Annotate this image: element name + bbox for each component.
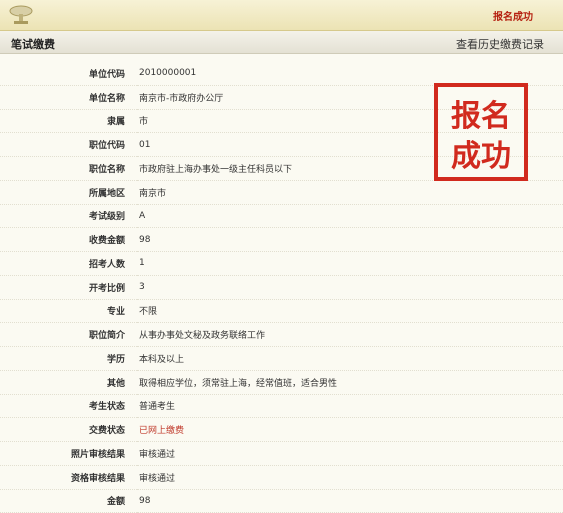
section-title: 笔试缴费: [11, 38, 55, 51]
field-value: A: [137, 204, 563, 229]
field-label: 交费状态: [0, 417, 137, 442]
field-value: 从事办事处文秘及政务联络工作: [137, 322, 563, 347]
form-row: 照片审核结果 审核通过: [0, 441, 563, 466]
field-label: 职位简介: [0, 322, 137, 347]
field-value: 审核通过: [137, 441, 563, 466]
stamp-text-top: 报名: [451, 99, 511, 134]
field-label: 照片审核结果: [0, 441, 137, 466]
field-label: 职位代码: [0, 132, 137, 157]
field-value: 审核通过: [137, 465, 563, 490]
field-label: 其他: [0, 370, 137, 395]
logo-icon: [9, 5, 33, 24]
field-label: 隶属: [0, 109, 137, 134]
form-row: 开考比例 3: [0, 275, 563, 300]
field-value: 不限: [137, 299, 563, 324]
section-header: 笔试缴费 查看历史缴费记录: [0, 31, 563, 54]
field-label: 职位名称: [0, 156, 137, 181]
field-label: 招考人数: [0, 251, 137, 276]
form-row: 所属地区 南京市: [0, 180, 563, 205]
form-row: 考试级别 A: [0, 204, 563, 229]
field-label: 考生状态: [0, 394, 137, 419]
field-label: 单位名称: [0, 85, 137, 110]
field-label: 资格审核结果: [0, 465, 137, 490]
form-row: 学历 本科及以上: [0, 346, 563, 371]
registration-success-stamp: 报名 成功: [434, 83, 528, 181]
field-value: 98: [137, 227, 563, 252]
form-row: 考生状态 普通考生: [0, 394, 563, 419]
field-value: 98: [137, 489, 563, 513]
field-value: 已网上缴费: [137, 417, 563, 442]
status-title: 报名成功: [493, 12, 533, 23]
field-value: 普通考生: [137, 394, 563, 419]
form-row: 招考人数 1: [0, 251, 563, 276]
history-payment-link[interactable]: 查看历史缴费记录: [456, 36, 544, 52]
field-value: 本科及以上: [137, 346, 563, 371]
field-label: 专业: [0, 299, 137, 324]
form-row: 其他 取得相应学位，须常驻上海，经常值班，适合男性: [0, 370, 563, 395]
field-label: 考试级别: [0, 204, 137, 229]
form-row: 收费金额 98: [0, 227, 563, 252]
field-label: 开考比例: [0, 275, 137, 300]
field-label: 学历: [0, 346, 137, 371]
field-label: 金额: [0, 489, 137, 513]
form-row: 资格审核结果 审核通过: [0, 465, 563, 490]
field-label: 收费金额: [0, 227, 137, 252]
form-row: 专业 不限: [0, 299, 563, 324]
form-row: 职位简介 从事办事处文秘及政务联络工作: [0, 322, 563, 347]
field-label: 单位代码: [0, 62, 137, 86]
field-value: 1: [137, 251, 563, 276]
field-label: 所属地区: [0, 180, 137, 205]
field-value: 3: [137, 275, 563, 300]
field-value: 取得相应学位，须常驻上海，经常值班，适合男性: [137, 370, 563, 395]
form-row: 交费状态 已网上缴费: [0, 417, 563, 442]
top-bar: 报名成功: [0, 0, 563, 31]
field-value: 南京市: [137, 180, 563, 205]
stamp-text-bottom: 成功: [451, 139, 511, 174]
form-row: 金额 98: [0, 489, 563, 513]
